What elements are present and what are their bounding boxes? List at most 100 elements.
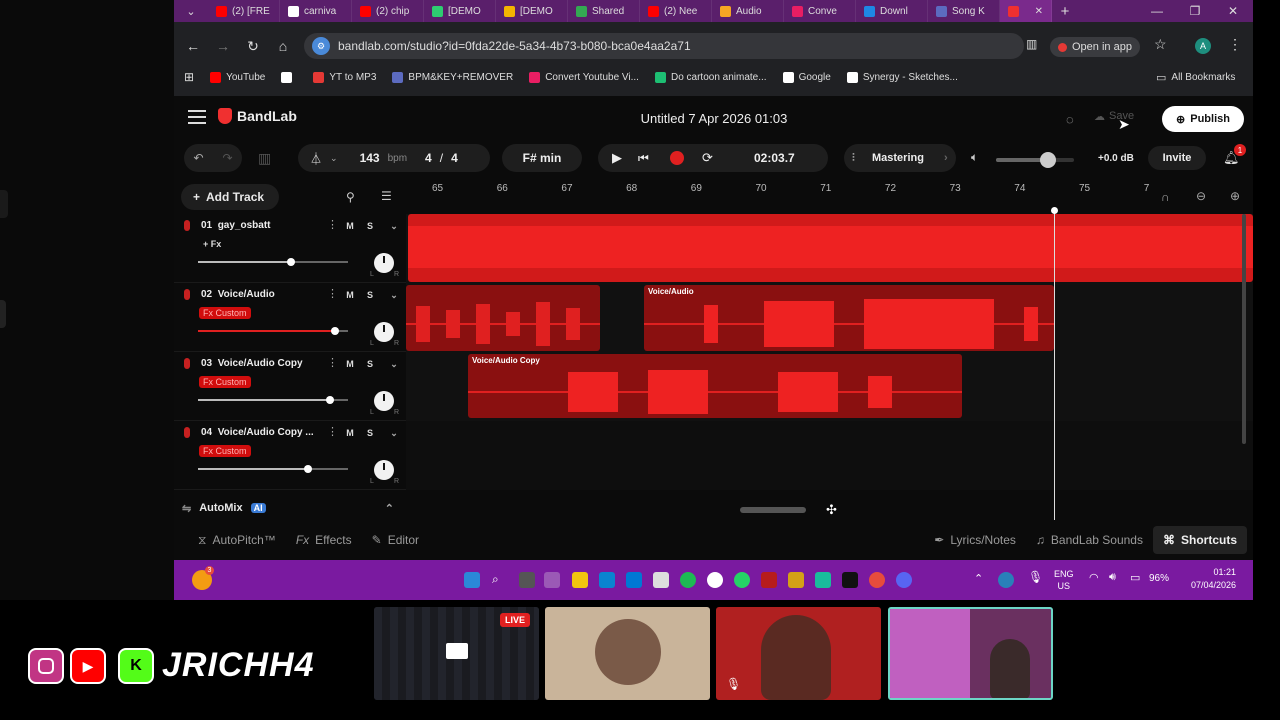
track-name[interactable]: 03 Voice/Audio Copy (201, 358, 303, 369)
add-track-button[interactable]: + Add Track (181, 184, 279, 210)
home-icon[interactable]: ⌂ (268, 31, 298, 61)
browser-tab[interactable]: (2) chip (352, 0, 424, 22)
vertical-scrollbar[interactable] (1242, 214, 1246, 444)
synergy-icon[interactable] (842, 572, 858, 588)
clock[interactable]: 01:21 07/04/2026 (1184, 566, 1236, 592)
mute-button[interactable]: M (341, 218, 359, 234)
mute-button[interactable]: M (341, 425, 359, 441)
browser-tab[interactable]: Downl (856, 0, 928, 22)
zoom-in-icon[interactable]: ⊕ (1230, 189, 1240, 203)
track-options-icon[interactable]: ⋮ (327, 218, 338, 231)
undo-icon[interactable]: ↶ (193, 151, 203, 165)
pan-knob[interactable] (374, 322, 394, 342)
solo-button[interactable]: S (361, 287, 379, 303)
mute-button[interactable]: M (341, 356, 359, 372)
browser-tab[interactable]: carniva (280, 0, 352, 22)
tuner-icon[interactable]: ⚲ (346, 190, 355, 204)
bookmark-item[interactable] (273, 71, 305, 83)
tray-chevron-icon[interactable]: ⌃ (974, 572, 983, 585)
new-tab-button[interactable]: + (1052, 0, 1078, 22)
all-bookmarks[interactable]: ▭ All Bookmarks (1156, 71, 1235, 84)
track-options-icon[interactable]: ⋮ (327, 356, 338, 369)
fx-badge[interactable]: Fx Custom (199, 445, 251, 457)
start-icon[interactable] (464, 572, 480, 588)
skip-back-icon[interactable]: ⏮ (638, 151, 649, 166)
track-lane[interactable]: Voice/Audio Copy (406, 352, 1253, 421)
calendar-icon[interactable] (653, 572, 669, 588)
track-lane[interactable] (406, 214, 1253, 283)
shortcuts-button[interactable]: ⌘ Shortcuts (1152, 526, 1247, 554)
track-lane[interactable] (406, 421, 1253, 490)
zoom-out-icon[interactable]: ⊖ (1196, 189, 1206, 203)
browser-tab[interactable]: (2) [FRE (208, 0, 280, 22)
edge-icon[interactable] (599, 572, 615, 588)
task-view-icon[interactable] (519, 572, 535, 588)
browser-tab[interactable]: Shared (568, 0, 640, 22)
audio-clip[interactable] (406, 285, 600, 351)
record-icon[interactable] (670, 151, 684, 165)
volume-knob[interactable] (303, 465, 312, 473)
autopitch-button[interactable]: ⧖ AutoPitch™ (188, 533, 286, 548)
bookmark-star-icon[interactable]: ☆ (1154, 36, 1167, 53)
bandlab-logo[interactable]: BandLab (218, 108, 297, 124)
track-options-icon[interactable]: ⋮ (327, 425, 338, 438)
track-options-icon[interactable]: ⋮ (327, 287, 338, 300)
bookmark-item[interactable]: BPM&KEY+REMOVER (384, 71, 521, 83)
track-lane[interactable]: Voice/Audio (406, 283, 1253, 352)
volume-knob[interactable] (287, 258, 295, 266)
bandlab-sounds-button[interactable]: ♫ BandLab Sounds (1026, 533, 1153, 547)
audio-clip[interactable]: Voice/Audio Copy (468, 354, 962, 418)
playhead[interactable] (1054, 210, 1055, 520)
restore-button[interactable]: ❐ (1176, 0, 1214, 22)
forward-icon[interactable]: → (208, 31, 238, 61)
key-selector[interactable]: F# min (502, 144, 582, 172)
camera-tile-avatar[interactable] (545, 607, 710, 700)
menu-kebab-icon[interactable]: ⋮ (1228, 36, 1242, 53)
app-icon[interactable] (761, 572, 777, 588)
camera-tile-studio[interactable] (888, 607, 1053, 700)
minimize-button[interactable]: — (1138, 0, 1176, 22)
bookmark-item[interactable]: Synergy - Sketches... (839, 71, 966, 83)
effects-button[interactable]: Fx Effects (286, 533, 362, 547)
volume-slider[interactable] (198, 396, 348, 404)
playhead-handle[interactable] (1051, 207, 1058, 214)
volume-slider[interactable] (198, 465, 348, 473)
wifi-icon[interactable]: ◠ (1089, 571, 1099, 584)
chevron-up-icon[interactable]: ⌃ (385, 502, 394, 515)
automix-bar[interactable]: ⇋ AutoMix AI ⌃ (174, 498, 406, 518)
track-header[interactable]: 01 gay_osbatt + Fx ⋮ M S ⌄ L R (174, 214, 406, 283)
fx-badge[interactable]: + Fx (199, 238, 225, 250)
close-tab-icon[interactable]: ✕ (1035, 6, 1043, 17)
invite-button[interactable]: Invite (1148, 146, 1206, 170)
pan-knob[interactable] (374, 460, 394, 480)
chatgpt-icon[interactable] (707, 572, 723, 588)
track-header[interactable]: 02 Voice/Audio Fx Custom ⋮ M S ⌄ L R (174, 283, 406, 352)
open-in-app-button[interactable]: Open in app (1050, 37, 1140, 57)
battery-icon[interactable]: ▭ (1130, 571, 1140, 584)
profile-avatar[interactable]: A (1195, 38, 1211, 54)
mail-icon[interactable] (626, 572, 642, 588)
lyrics-notes-button[interactable]: ✒ Lyrics/Notes (924, 533, 1026, 547)
horizontal-scrollbar[interactable] (740, 507, 806, 513)
bookmark-item[interactable]: Convert Youtube Vi... (521, 71, 647, 83)
chevron-down-icon[interactable]: ⌄ (385, 287, 403, 303)
fx-badge[interactable]: Fx Custom (199, 376, 251, 388)
magnet-icon[interactable]: ∩ (1161, 190, 1170, 204)
chevron-down-icon[interactable]: ⌄ (385, 425, 403, 441)
pan-knob[interactable] (374, 253, 394, 273)
search-icon[interactable]: ⌕ (492, 572, 508, 588)
close-window-button[interactable]: ✕ (1214, 0, 1252, 22)
copilot-icon[interactable] (544, 572, 560, 588)
metronome-icon[interactable]: ⏃ (310, 150, 322, 167)
track-header[interactable]: 03 Voice/Audio Copy Fx Custom ⋮ M S ⌄ L R (174, 352, 406, 421)
solo-button[interactable]: S (361, 356, 379, 372)
microphone-icon[interactable]: 🎙︎ (1028, 570, 1043, 584)
track-settings-icon[interactable]: ☰ (381, 189, 392, 203)
chevron-down-icon[interactable]: ⌄ (385, 218, 403, 234)
master-volume-knob[interactable] (1040, 152, 1056, 168)
reading-mode-icon[interactable]: ▥ (1026, 37, 1044, 55)
browser-tab[interactable]: Audio (712, 0, 784, 22)
bookmark-item[interactable]: YT to MP3 (305, 71, 384, 83)
play-icon[interactable]: ▶ (612, 150, 622, 166)
apps-grid-icon[interactable]: ⊞ (174, 70, 202, 84)
